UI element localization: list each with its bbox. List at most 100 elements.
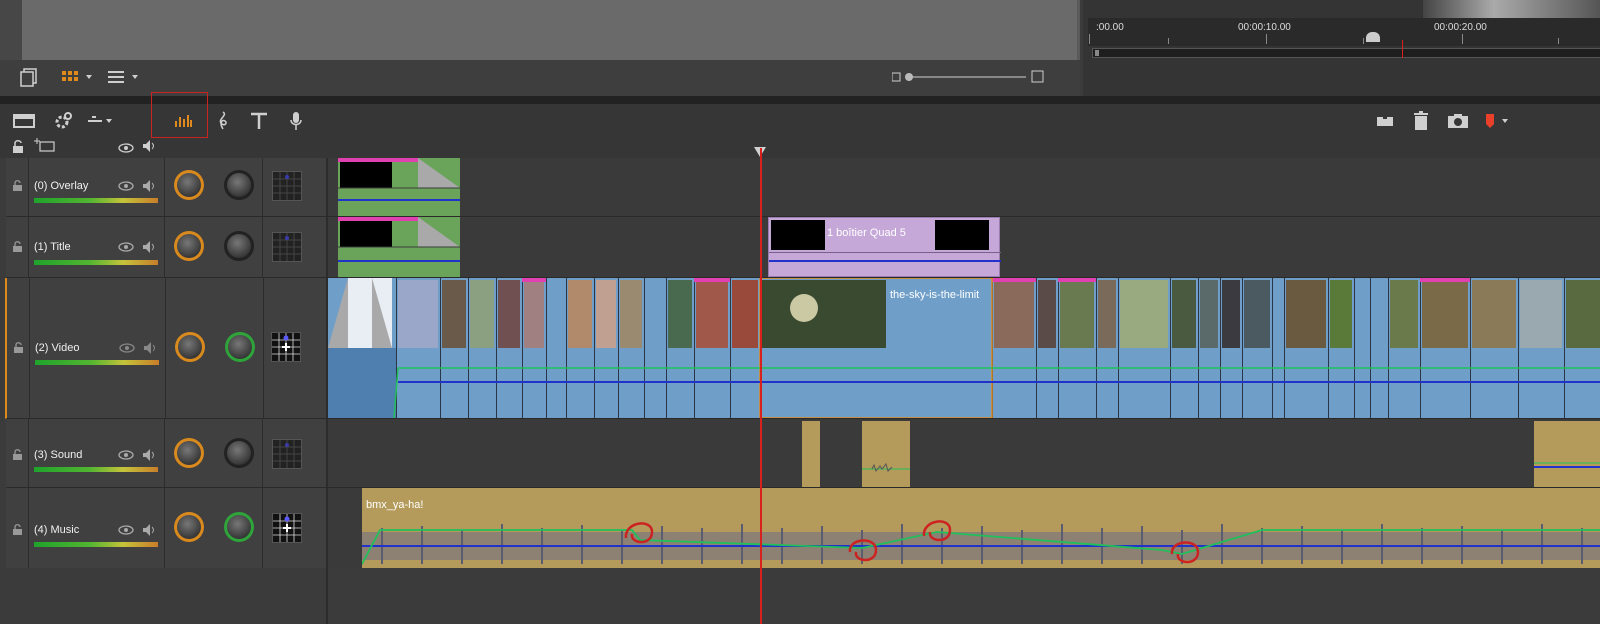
volume-line: [769, 260, 1001, 262]
track-head-divider: [262, 488, 263, 568]
timeline-empty-area[interactable]: [0, 568, 1600, 624]
pan-knob[interactable]: [224, 231, 254, 261]
zoom-slider[interactable]: [891, 70, 1044, 84]
player-timecode-ruler[interactable]: :00.00 00:00:10.00 00:00:20.00: [1088, 18, 1600, 46]
player-scrubber[interactable]: [1092, 48, 1600, 58]
track-lane-music[interactable]: bmx_ya-ha!: [328, 488, 1600, 569]
visibility-eye-icon[interactable]: [118, 241, 134, 256]
snap-options-icon[interactable]: [86, 110, 116, 132]
ruler-tick: [1462, 34, 1463, 44]
title-clip-label: 1 boîtier Quad 5: [827, 227, 906, 239]
track-head-divider: [262, 217, 263, 277]
player-position-handle[interactable]: [1366, 32, 1380, 42]
speaker-icon[interactable]: [142, 523, 158, 540]
lock-all-icon[interactable]: [12, 140, 26, 154]
pan-knob[interactable]: [224, 438, 254, 468]
title-icon[interactable]: [248, 110, 270, 132]
track-lane-overlay[interactable]: [328, 158, 1600, 217]
surround-panner-button[interactable]: [272, 513, 302, 543]
surround-panner-button[interactable]: [272, 232, 302, 262]
title-clip-green[interactable]: [338, 217, 460, 277]
timeline-layout-icon[interactable]: [12, 110, 38, 132]
track-head-divider: [164, 488, 165, 568]
ruler-tick: [1168, 38, 1169, 44]
sound-clip[interactable]: [862, 421, 910, 487]
speaker-icon[interactable]: [143, 341, 159, 358]
pan-knob[interactable]: [224, 170, 254, 200]
track-header-sound: (3) Sound: [6, 419, 326, 488]
pan-knob[interactable]: [225, 332, 255, 362]
add-track-icon[interactable]: [34, 138, 56, 152]
timeline-playhead[interactable]: [760, 148, 762, 624]
ruler-tick: [1558, 38, 1559, 44]
audio-level-meter: [34, 467, 158, 472]
lock-icon[interactable]: [12, 449, 24, 464]
timeline-toolbar: [0, 92, 1600, 138]
mixer-icon[interactable]: [172, 110, 194, 132]
surround-panner-button[interactable]: [272, 171, 302, 201]
track-head-divider: [262, 158, 263, 216]
timecode-label: 00:00:20.00: [1434, 22, 1487, 33]
title-thumbnail: [771, 220, 825, 250]
visibility-eye-icon[interactable]: [118, 180, 134, 195]
clip-divider: [769, 252, 1001, 253]
track-header-overlay: (0) Overlay: [6, 158, 326, 217]
timeline-head-separator: [326, 158, 328, 624]
audio-level-meter: [35, 360, 159, 365]
visibility-eye-icon[interactable]: [118, 524, 134, 539]
surround-panner-button[interactable]: [271, 332, 301, 362]
track-lane-sound[interactable]: [328, 419, 1600, 488]
lock-icon[interactable]: [12, 524, 24, 539]
track-name: (1) Title: [34, 241, 71, 253]
speaker-icon[interactable]: [142, 240, 158, 257]
library-pages-icon[interactable]: [18, 66, 40, 88]
eye-all-icon[interactable]: [118, 141, 134, 153]
volume-knob[interactable]: [174, 438, 204, 468]
microphone-icon[interactable]: [288, 110, 304, 132]
lock-icon[interactable]: [12, 241, 24, 256]
sound-clip[interactable]: [802, 421, 820, 487]
track-header-music: (4) Music: [6, 488, 326, 569]
player-playhead: [1402, 40, 1403, 58]
visibility-eye-icon[interactable]: [119, 342, 135, 357]
settings-gear-icon[interactable]: [52, 110, 74, 132]
track-head-divider: [164, 217, 165, 277]
pan-knob[interactable]: [224, 512, 254, 542]
volume-knob[interactable]: [174, 170, 204, 200]
track-lane-title[interactable]: 1 boîtier Quad 5: [328, 217, 1600, 278]
lock-icon[interactable]: [12, 180, 24, 195]
sound-clip[interactable]: [1534, 421, 1600, 487]
surround-panner-button[interactable]: [272, 439, 302, 469]
visibility-eye-icon[interactable]: [118, 449, 134, 464]
marker-icon[interactable]: [1482, 110, 1512, 132]
track-lane-video[interactable]: the-sky-is-the-limit: [328, 277, 1600, 419]
library-content-area: [22, 0, 1077, 60]
track-name: (2) Video: [35, 342, 80, 354]
volume-knob[interactable]: [174, 512, 204, 542]
trash-icon[interactable]: [1412, 109, 1430, 133]
trim-icon[interactable]: [1374, 110, 1396, 132]
speaker-icon[interactable]: [142, 179, 158, 196]
track-name: (4) Music: [34, 524, 80, 536]
title-thumbnail: [935, 220, 989, 250]
speaker-all-icon[interactable]: [142, 139, 158, 153]
volume-knob[interactable]: [174, 231, 204, 261]
snapshot-icon[interactable]: [1446, 110, 1470, 132]
grid-view-icon[interactable]: [58, 66, 98, 88]
volume-knob[interactable]: [175, 332, 205, 362]
track-header-title: (1) Title: [6, 217, 326, 278]
track-name: (3) Sound: [34, 449, 83, 461]
overlay-clip[interactable]: [338, 158, 460, 216]
lock-icon[interactable]: [13, 342, 25, 357]
music-clip[interactable]: bmx_ya-ha!: [362, 488, 1600, 568]
track-name: (0) Overlay: [34, 180, 89, 192]
track-head-divider: [29, 278, 30, 418]
track-head-divider: [28, 488, 29, 568]
title-clip[interactable]: 1 boîtier Quad 5: [768, 217, 1001, 277]
music-clef-icon[interactable]: [214, 110, 232, 132]
audio-level-meter: [34, 198, 158, 203]
panel-divider[interactable]: [0, 96, 1600, 104]
ruler-tick: [1363, 38, 1364, 44]
list-view-icon[interactable]: [104, 66, 144, 88]
speaker-icon[interactable]: [142, 448, 158, 465]
